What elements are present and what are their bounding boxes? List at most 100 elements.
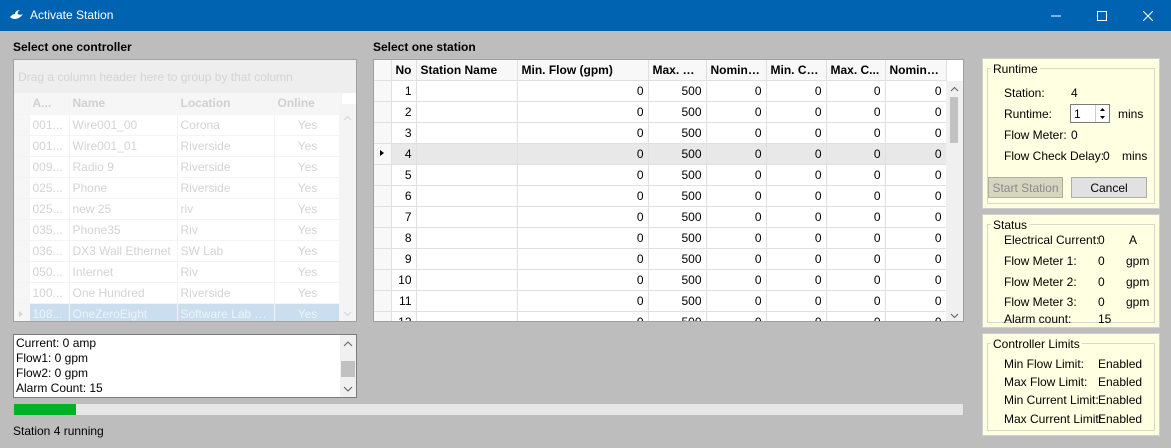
cancel-button[interactable]: Cancel: [1071, 177, 1147, 198]
scroll-thumb[interactable]: [950, 97, 958, 143]
station-row[interactable]: 8 0 500 0 0 0 0: [374, 227, 947, 249]
group-by-hint: Drag a column header here to group by th…: [14, 60, 356, 93]
station-vertical-scrollbar[interactable]: [946, 81, 963, 321]
controller-row[interactable]: 001... Wire001_00 Corona Yes: [14, 114, 342, 136]
maximize-button[interactable]: [1079, 0, 1125, 31]
column-header-online[interactable]: Online: [274, 93, 342, 115]
controller-grid[interactable]: Drag a column header here to group by th…: [13, 59, 357, 322]
station-row[interactable]: 10 0 500 0 0 0 0: [374, 269, 947, 291]
flow-meter-1-unit: gpm: [1126, 254, 1150, 268]
controller-row[interactable]: 025... new 25 riv Yes: [14, 198, 342, 220]
nominal-flow-cell: 0: [706, 164, 767, 186]
station-name-cell: [416, 248, 518, 270]
minimize-icon: [1051, 15, 1061, 16]
controller-name-cell: Wire001_00: [69, 114, 178, 136]
max-flow-cell: 500: [648, 101, 707, 123]
status-panel-title: Status: [991, 218, 1030, 232]
column-header-min-flow[interactable]: Min. Flow (gpm): [517, 60, 649, 81]
max-flow-cell: 500: [648, 311, 707, 321]
station-row[interactable]: 4 0 500 0 0 0 0: [374, 143, 947, 165]
station-row[interactable]: 3 0 500 0 0 0 0: [374, 122, 947, 144]
controller-online-cell: Yes: [274, 303, 342, 321]
column-header-no[interactable]: No: [391, 60, 417, 81]
stepper-up-icon[interactable]: [1096, 105, 1109, 113]
min-current-cell: 0: [766, 164, 827, 186]
min-flow-cell: 0: [517, 206, 649, 228]
info-textbox[interactable]: Current: 0 amp Flow1: 0 gpm Flow2: 0 gpm…: [13, 334, 357, 398]
row-indicator: [14, 240, 30, 262]
controller-row[interactable]: 025... Phone Riverside Yes: [14, 177, 342, 199]
station-row[interactable]: 2 0 500 0 0 0 0: [374, 101, 947, 123]
station-table: No Station Name Min. Flow (gpm) Max. Fl.…: [374, 60, 947, 321]
column-header-max-flow[interactable]: Max. Fl...: [648, 60, 707, 81]
controller-row[interactable]: 009... Radio 9 Riverside Yes: [14, 156, 342, 178]
controller-online-cell: Yes: [274, 135, 342, 157]
station-no-cell: 1: [391, 80, 417, 102]
status-panel: Status: [982, 214, 1160, 328]
controller-row[interactable]: 035... Phone35 Riv Yes: [14, 219, 342, 241]
controller-row[interactable]: 001... Wire001_01 Riverside Yes: [14, 135, 342, 157]
column-header-name[interactable]: Name: [69, 93, 178, 115]
controller-name-cell: new 25: [69, 198, 178, 220]
station-row[interactable]: 5 0 500 0 0 0 0: [374, 164, 947, 186]
station-row[interactable]: 12 0 500 0 0 0 0: [374, 311, 947, 321]
max-flow-cell: 500: [648, 80, 707, 102]
station-label: Station:: [1004, 86, 1045, 100]
station-no-cell: 3: [391, 122, 417, 144]
station-row[interactable]: 7 0 500 0 0 0 0: [374, 206, 947, 228]
station-row[interactable]: 6 0 500 0 0 0 0: [374, 185, 947, 207]
controller-name-cell: One Hundred: [69, 282, 178, 304]
column-header-nominal-flow[interactable]: Nomina...: [706, 60, 767, 81]
min-current-cell: 0: [766, 206, 827, 228]
nominal-flow-cell: 0: [706, 143, 767, 165]
start-station-button[interactable]: Start Station: [988, 177, 1063, 198]
controller-online-cell: Yes: [274, 198, 342, 220]
station-grid[interactable]: No Station Name Min. Flow (gpm) Max. Fl.…: [373, 59, 964, 322]
info-line-flow2: Flow2: 0 gpm: [16, 366, 89, 380]
runtime-stepper[interactable]: 1: [1070, 104, 1110, 123]
alarm-count-label: Alarm count:: [1004, 312, 1072, 326]
station-no-cell: 6: [391, 185, 417, 207]
station-row[interactable]: 11 0 500 0 0 0 0: [374, 290, 947, 312]
stepper-buttons: [1095, 105, 1109, 122]
minimize-button[interactable]: [1033, 0, 1079, 31]
close-button[interactable]: [1125, 0, 1171, 31]
max-current-cell: 0: [826, 164, 886, 186]
electrical-current-value: 0: [1098, 233, 1105, 247]
runtime-unit: mins: [1118, 107, 1144, 121]
controller-location-cell: Riv: [177, 261, 275, 283]
scroll-down-icon: [950, 313, 959, 319]
max-current-cell: 0: [826, 80, 886, 102]
stepper-down-icon[interactable]: [1096, 114, 1109, 122]
controller-name-cell: Internet: [69, 261, 178, 283]
window-title: Activate Station: [30, 8, 114, 22]
min-flow-cell: 0: [517, 101, 649, 123]
close-icon: [1143, 10, 1153, 21]
controller-row[interactable]: 108... OneZeroEight Software Lab o... Yes: [14, 303, 342, 321]
nominal-flow-cell: 0: [706, 227, 767, 249]
controller-row[interactable]: 100... One Hundred Riverside Yes: [14, 282, 342, 304]
controller-scrollbar[interactable]: [339, 104, 356, 321]
controller-header-row: A... Name Location Online: [14, 93, 342, 115]
row-indicator: [374, 206, 392, 228]
controller-row[interactable]: 036... DX3 Wall Ethernet SW Lab Yes: [14, 240, 342, 262]
max-flow-limit-value: Enabled: [1098, 375, 1143, 389]
column-header-location[interactable]: Location: [177, 93, 275, 115]
column-header-nominal-current[interactable]: Nominal...: [885, 60, 947, 81]
column-header-max-current[interactable]: Max. C...: [826, 60, 886, 81]
controller-online-cell: Yes: [274, 114, 342, 136]
controller-address-cell: 001...: [29, 114, 70, 136]
controller-address-cell: 001...: [29, 135, 70, 157]
flow-check-delay-unit: mins: [1122, 149, 1148, 163]
info-scrollbar[interactable]: [340, 335, 356, 397]
column-header-station-name[interactable]: Station Name: [416, 60, 518, 81]
electrical-current-label: Electrical Current:: [1004, 233, 1100, 247]
station-row[interactable]: 1 0 500 0 0 0 0: [374, 80, 947, 102]
min-current-cell: 0: [766, 143, 827, 165]
column-header-min-current[interactable]: Min. Cu...: [766, 60, 827, 81]
scroll-thumb[interactable]: [341, 361, 355, 377]
station-row[interactable]: 9 0 500 0 0 0 0: [374, 248, 947, 270]
column-header-address[interactable]: A...: [29, 93, 70, 115]
controller-row[interactable]: 050... Internet Riv Yes: [14, 261, 342, 283]
flow-check-delay-value: 0: [1103, 149, 1110, 163]
